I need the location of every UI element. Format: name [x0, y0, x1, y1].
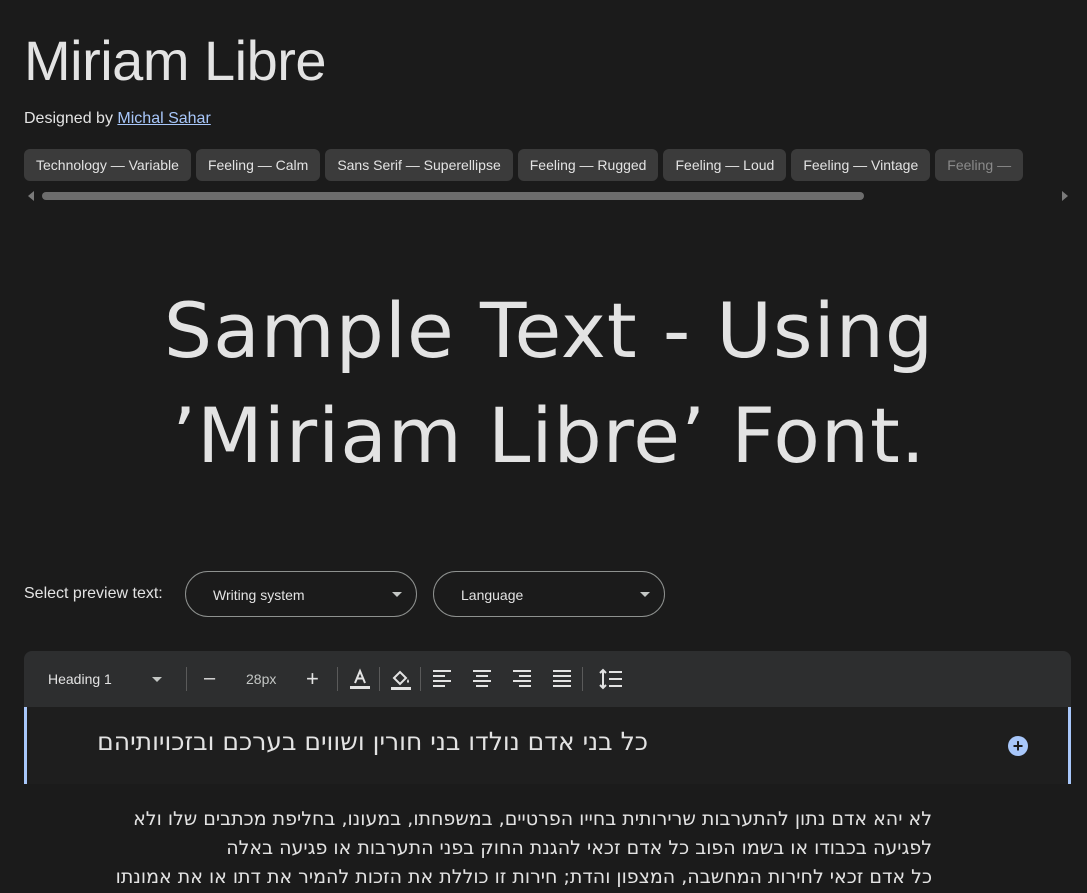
writing-system-select[interactable]: Writing system	[185, 571, 417, 617]
body-line-3: כל אדם זכאי לחירות המחשבה, המצפון והדת; …	[115, 866, 932, 888]
scroll-thumb[interactable]	[42, 192, 864, 200]
add-block-icon[interactable]: +	[1008, 736, 1028, 756]
body-line-1: לא יהא אדם נתון להתערבות שרירותית בחייו …	[133, 808, 932, 830]
tag-feeling-rugged[interactable]: Feeling — Rugged	[517, 149, 659, 181]
body-paragraph[interactable]: לא יהא אדם נתון להתערבות שרירותית בחייו …	[52, 805, 932, 892]
tag-feeling-vintage[interactable]: Feeling — Vintage	[791, 149, 931, 181]
sample-text: Sample Text - Using ’Miriam Libre’ Font.	[60, 278, 1038, 488]
paragraph-style-select[interactable]: Heading 1	[48, 671, 112, 687]
writing-system-label: Writing system	[213, 587, 305, 603]
tag-sans-serif-superellipse[interactable]: Sans Serif — Superellipse	[325, 149, 513, 181]
body-line-2: לפגיעה בכבודו או בשמו הפוב כל אדם זכאי ל…	[226, 837, 932, 859]
align-right-icon[interactable]	[510, 667, 534, 691]
highlight-color-icon[interactable]	[388, 666, 414, 692]
font-title: Miriam Libre	[24, 29, 327, 92]
align-left-icon[interactable]	[430, 667, 454, 691]
preview-label: Select preview text:	[24, 585, 163, 602]
heading-block[interactable]: כל בני אדם נולדו בני חורין ושווים בערכם …	[24, 707, 1071, 784]
scroll-right-arrow-icon[interactable]	[1062, 191, 1068, 201]
preview-editor[interactable]: כל בני אדם נולדו בני חורין ושווים בערכם …	[24, 707, 1071, 893]
toolbar-divider	[379, 667, 380, 691]
tag-list: Technology — Variable Feeling — Calm Sans …	[24, 149, 1087, 181]
tag-technology-variable[interactable]: Technology — Variable	[24, 149, 191, 181]
sample-line-1: Sample Text - Using	[163, 286, 935, 375]
align-justify-icon[interactable]	[550, 667, 574, 691]
editor-toolbar: Heading 1 – 28px +	[24, 651, 1071, 707]
toolbar-divider	[582, 667, 583, 691]
toolbar-divider	[337, 667, 338, 691]
paragraph-style-label: Heading 1	[48, 671, 112, 687]
align-center-icon[interactable]	[470, 667, 494, 691]
toolbar-divider	[186, 667, 187, 691]
scroll-left-arrow-icon[interactable]	[28, 191, 34, 201]
font-size-value[interactable]: 28px	[246, 671, 276, 687]
language-select[interactable]: Language	[433, 571, 665, 617]
tag-feeling-calm[interactable]: Feeling — Calm	[195, 149, 321, 181]
toolbar-divider	[420, 667, 421, 691]
line-spacing-icon[interactable]	[598, 667, 624, 691]
chevron-down-icon[interactable]	[152, 677, 162, 682]
designed-by-label: Designed by	[24, 110, 113, 127]
sample-line-2: ’Miriam Libre’ Font.	[172, 391, 926, 480]
heading-text[interactable]: כל בני אדם נולדו בני חורין ושווים בערכם …	[97, 727, 648, 756]
chevron-down-icon	[392, 592, 402, 597]
tag-feeling-partial[interactable]: Feeling —	[935, 149, 1024, 181]
designer-line: Designed by Michal Sahar	[24, 110, 211, 128]
increase-size-button[interactable]: +	[306, 666, 319, 692]
language-label: Language	[461, 587, 524, 603]
tag-scrollbar[interactable]	[24, 190, 1072, 202]
decrease-size-button[interactable]: –	[204, 667, 215, 690]
designer-link[interactable]: Michal Sahar	[117, 110, 210, 127]
text-color-icon[interactable]	[348, 667, 372, 691]
tag-feeling-loud[interactable]: Feeling — Loud	[663, 149, 787, 181]
chevron-down-icon	[640, 592, 650, 597]
